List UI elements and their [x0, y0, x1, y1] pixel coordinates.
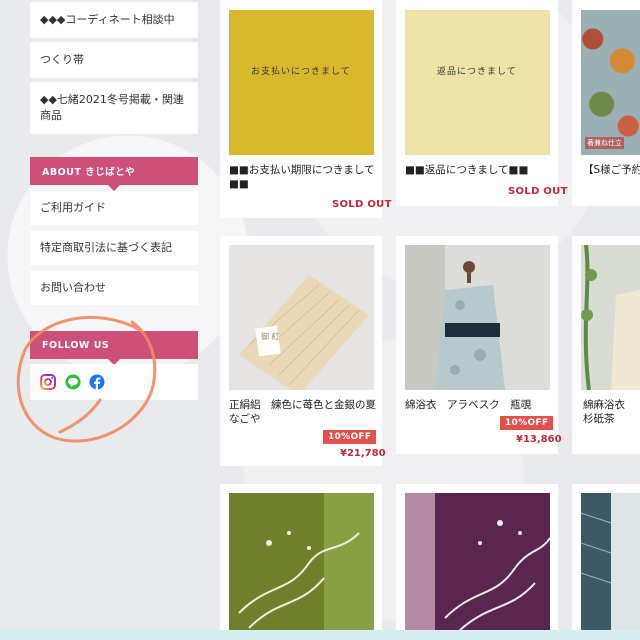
product-thumb[interactable] — [229, 493, 374, 630]
product-name[interactable]: ■■返品につきまして■■ — [405, 163, 553, 177]
product-thumb[interactable]: 著兼ね仕立 — [581, 10, 640, 155]
discount-badge: 10%OFF — [500, 416, 554, 430]
obi-green-photo — [238, 493, 374, 630]
thumb-badge: 著兼ね仕立 — [585, 137, 624, 149]
sold-out-label: SOLD OUT — [508, 186, 568, 197]
product-price: ¥21,780 — [340, 448, 386, 459]
obi-purple-photo — [405, 493, 550, 630]
product-thumb[interactable]: お支払いにつきまして — [229, 10, 374, 155]
product-name[interactable]: 綿麻浴衣 杉砥茶 — [583, 398, 640, 426]
product-thumb[interactable] — [405, 493, 550, 630]
product-name[interactable]: ■■お支払い期限につきまして■■ — [229, 163, 377, 191]
discount-badge: 10%OFF — [323, 430, 377, 444]
product-thumb[interactable] — [405, 245, 550, 390]
product-name[interactable]: 綿浴衣 アラベスク 瓶覗 — [405, 398, 553, 412]
sold-out-label: SOLD OUT — [332, 199, 392, 210]
product-name[interactable]: 正絹絽 練色に苺色と金銀の夏なごや — [229, 398, 377, 426]
thumb-caption: お支払いにつきまして — [251, 67, 351, 77]
thumb-label: 御 紅 — [261, 332, 280, 341]
product-price: ¥13,860 — [516, 434, 562, 445]
product-thumb[interactable] — [581, 493, 640, 630]
obi-board-illustration — [239, 275, 369, 390]
product-thumb[interactable]: 御 紅 — [229, 245, 374, 390]
product-thumb[interactable]: 返品につきまして — [405, 10, 550, 155]
yukata-mannequin-photo — [405, 245, 505, 390]
thumb-caption: 返品につきまして — [437, 67, 517, 77]
product-thumb[interactable] — [581, 245, 640, 390]
product-name[interactable]: 【S様ご予約製うそつき袖 — [583, 163, 640, 191]
bottom-bar — [0, 630, 640, 640]
obi-blue-photo — [581, 493, 640, 630]
yukata-photo — [581, 245, 640, 390]
